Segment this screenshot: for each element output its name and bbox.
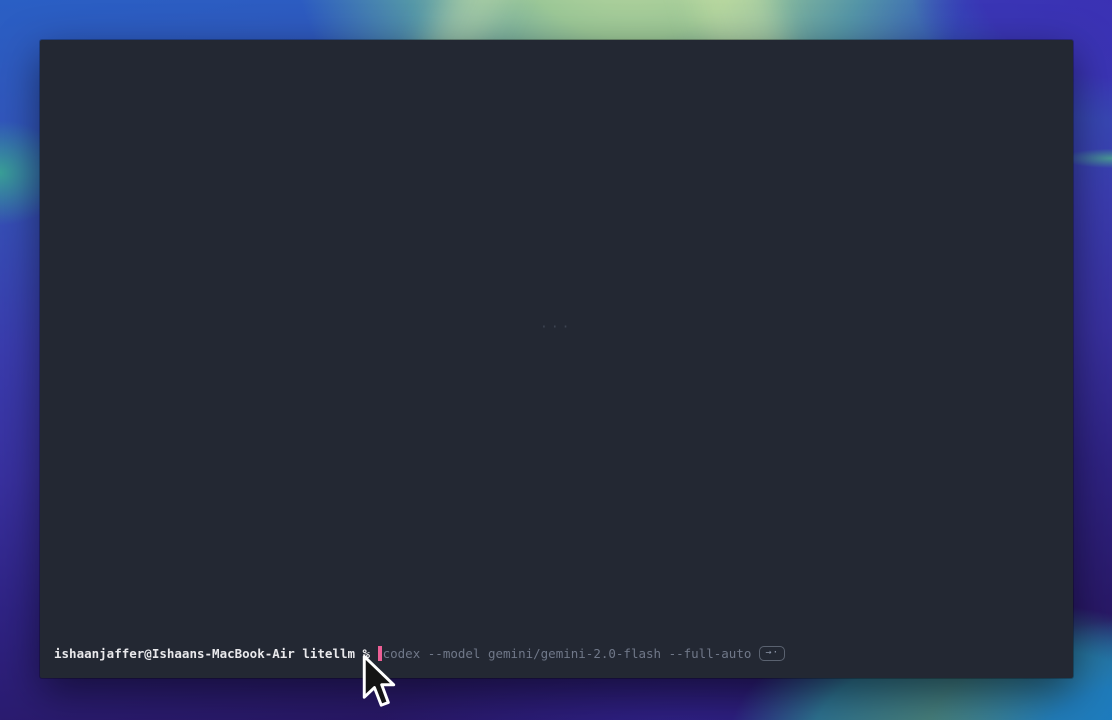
command-input-line[interactable]: ishaanjaffer@Ishaans-MacBook-Air litellm…	[54, 645, 785, 662]
loading-ellipsis: ···	[540, 320, 572, 335]
text-caret	[378, 646, 382, 661]
terminal-window[interactable]: ··· ishaanjaffer@Ishaans-MacBook-Air lit…	[40, 40, 1073, 678]
tab-accept-hint-badge: →·	[759, 646, 785, 661]
shell-prompt: ishaanjaffer@Ishaans-MacBook-Air litellm…	[54, 646, 378, 662]
autosuggestion-command: codex --model gemini/gemini-2.0-flash --…	[383, 646, 752, 662]
